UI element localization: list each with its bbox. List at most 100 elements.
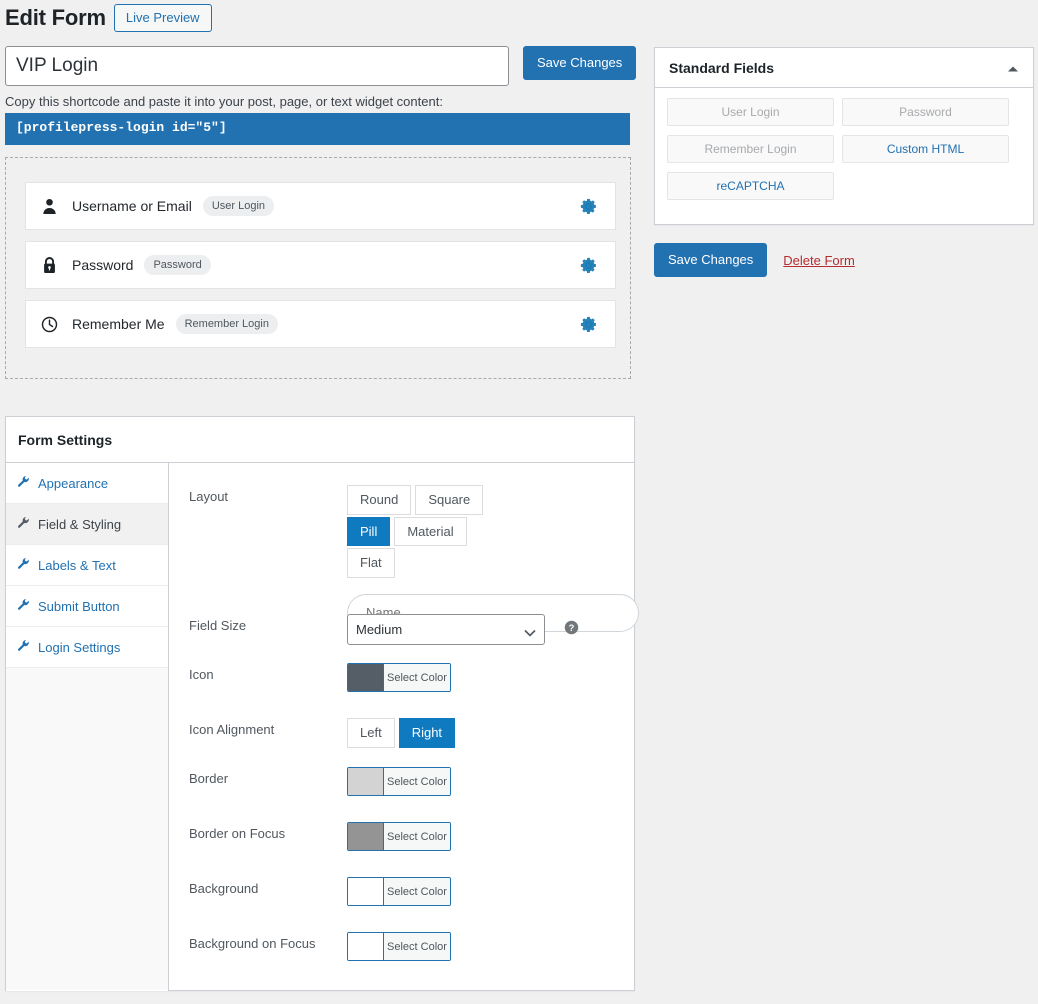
tab-label: Login Settings — [38, 639, 121, 655]
field-size-select[interactable]: Medium — [347, 614, 545, 645]
setting-border-focus: Border on Focus Select Color — [189, 822, 451, 851]
delete-form-link[interactable]: Delete Form — [783, 253, 855, 268]
right-action-row: Save Changes Delete Form — [654, 243, 855, 277]
setting-label: Icon — [189, 667, 214, 682]
form-settings-body: Appearance Field & Styling Labels & Text… — [6, 463, 639, 991]
field-type-badge: User Login — [202, 196, 275, 216]
form-settings-title: Form Settings — [6, 417, 634, 463]
svg-text:?: ? — [569, 623, 575, 633]
select-color-label: Select Color — [384, 878, 450, 905]
setting-label: Icon Alignment — [189, 722, 275, 737]
layout-option-square[interactable]: Square — [415, 485, 484, 515]
field-label: Remember Me — [72, 316, 165, 332]
save-changes-side-button[interactable]: Save Changes — [654, 243, 768, 277]
form-field-row[interactable]: Password Password — [25, 241, 616, 289]
layout-option-flat[interactable]: Flat — [347, 548, 395, 578]
color-swatch — [348, 823, 384, 850]
shortcode-box[interactable]: [profilepress-login id="5"] — [5, 113, 630, 145]
edit-form-page: Edit Form Live Preview Save Changes Copy… — [0, 0, 1038, 1004]
icon-alignment-options: Left Right — [347, 718, 499, 750]
setting-background: Background Select Color — [189, 877, 451, 906]
layout-option-pill[interactable]: Pill — [347, 516, 391, 547]
std-field-custom-html[interactable]: Custom HTML — [842, 135, 1009, 163]
tab-labels-text[interactable]: Labels & Text — [6, 545, 168, 586]
setting-border: Border Select Color — [189, 767, 451, 796]
gear-icon[interactable] — [579, 256, 598, 275]
field-type-badge: Password — [144, 255, 211, 275]
select-color-label: Select Color — [384, 933, 450, 960]
gear-icon[interactable] — [579, 315, 598, 334]
help-icon[interactable]: ? — [564, 620, 579, 645]
standard-fields-header[interactable]: Standard Fields — [655, 48, 1033, 88]
icon-alignment-left[interactable]: Left — [347, 718, 395, 748]
background-focus-color-picker[interactable]: Select Color — [347, 932, 451, 961]
form-title-input[interactable] — [5, 46, 509, 86]
page-title: Edit Form — [5, 4, 106, 30]
form-title-row: Save Changes — [5, 46, 637, 86]
color-swatch — [348, 878, 384, 905]
wrench-icon — [17, 557, 30, 573]
tab-login-settings[interactable]: Login Settings — [6, 627, 168, 668]
layout-option-material[interactable]: Material — [394, 516, 467, 547]
tab-field-styling[interactable]: Field & Styling — [6, 504, 168, 545]
setting-icon-color: Icon Select Color — [189, 663, 451, 692]
tab-label: Labels & Text — [38, 557, 116, 573]
tab-label: Appearance — [38, 475, 109, 491]
select-color-label: Select Color — [384, 768, 450, 795]
select-color-label: Select Color — [384, 664, 450, 691]
setting-icon-alignment: Icon Alignment Left Right — [189, 718, 499, 750]
clock-icon — [26, 316, 72, 333]
color-swatch — [348, 933, 384, 960]
standard-fields-title: Standard Fields — [669, 59, 775, 76]
std-field-remember-login[interactable]: Remember Login — [667, 135, 834, 163]
form-builder-drop-area[interactable]: Username or Email User Login Password Pa… — [5, 157, 631, 379]
shortcode-note: Copy this shortcode and paste it into yo… — [5, 94, 443, 109]
tab-label: Field & Styling — [38, 516, 122, 532]
form-field-row[interactable]: Username or Email User Login — [25, 182, 616, 230]
gear-icon[interactable] — [579, 197, 598, 216]
tab-list-filler — [6, 668, 168, 990]
save-changes-top-button[interactable]: Save Changes — [523, 46, 637, 80]
select-color-label: Select Color — [384, 823, 450, 850]
color-swatch — [348, 768, 384, 795]
setting-background-focus: Background on Focus Select Color — [189, 932, 451, 961]
std-field-password[interactable]: Password — [842, 98, 1009, 126]
setting-label: Border — [189, 771, 229, 786]
setting-label: Field Size — [189, 618, 247, 633]
border-color-picker[interactable]: Select Color — [347, 767, 451, 796]
setting-label: Border on Focus — [189, 826, 286, 841]
field-type-badge: Remember Login — [175, 314, 278, 334]
setting-label: Background — [189, 881, 259, 896]
user-icon — [26, 198, 72, 215]
wrench-icon — [17, 598, 30, 614]
icon-color-picker[interactable]: Select Color — [347, 663, 451, 692]
field-label: Username or Email — [72, 198, 192, 214]
color-swatch — [348, 664, 384, 691]
chevron-up-icon[interactable] — [1007, 60, 1019, 76]
tab-label: Submit Button — [38, 598, 120, 614]
tab-appearance[interactable]: Appearance — [6, 463, 168, 504]
setting-label: Layout — [189, 489, 229, 504]
setting-layout: Layout Round Square Pill Material Flat — [189, 485, 639, 632]
setting-label: Background on Focus — [189, 936, 316, 951]
live-preview-button[interactable]: Live Preview — [113, 4, 212, 32]
form-settings-panel: Form Settings Appearance Field & Styling… — [5, 416, 639, 991]
page-header: Edit Form Live Preview — [5, 4, 212, 32]
icon-alignment-right[interactable]: Right — [398, 718, 456, 748]
wrench-icon — [17, 639, 30, 655]
border-focus-color-picker[interactable]: Select Color — [347, 822, 451, 851]
lock-icon — [26, 256, 72, 274]
field-label: Password — [72, 257, 134, 273]
settings-tab-list: Appearance Field & Styling Labels & Text… — [6, 463, 169, 991]
standard-fields-grid: User Login Password Remember Login Custo… — [655, 88, 1033, 210]
layout-options: Round Square Pill Material Flat — [347, 485, 499, 580]
std-field-user-login[interactable]: User Login — [667, 98, 834, 126]
settings-content: Layout Round Square Pill Material Flat N… — [169, 463, 639, 991]
wrench-icon — [17, 475, 30, 491]
std-field-recaptcha[interactable]: reCAPTCHA — [667, 172, 834, 200]
background-color-picker[interactable]: Select Color — [347, 877, 451, 906]
form-field-row[interactable]: Remember Me Remember Login — [25, 300, 616, 348]
tab-submit-button[interactable]: Submit Button — [6, 586, 168, 627]
wrench-icon — [17, 516, 30, 532]
layout-option-round[interactable]: Round — [347, 485, 412, 515]
